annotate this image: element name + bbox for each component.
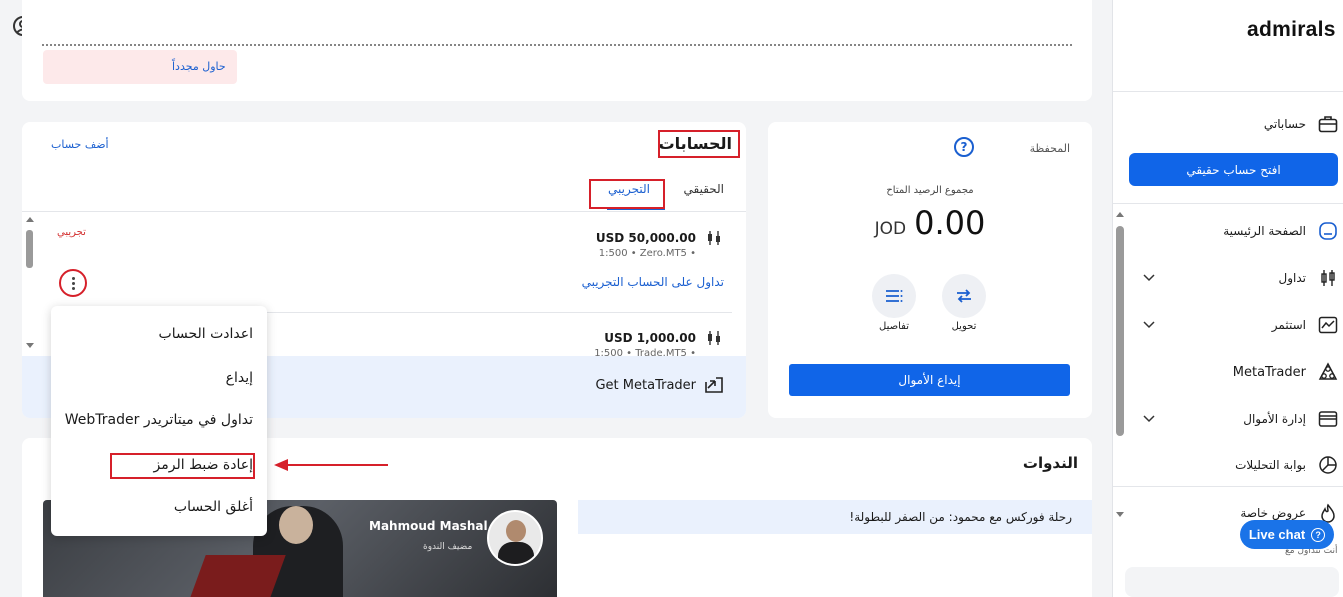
alert-text-strip: [42, 44, 1072, 48]
sidebar-item-label: بوابة التحليلات: [1235, 458, 1306, 472]
host-avatar: [487, 510, 543, 566]
candlestick-icon: [706, 330, 722, 349]
sidebar-item-label: الصفحة الرئيسية: [1223, 224, 1306, 238]
deposit-funds-button[interactable]: إيداع الأموال: [789, 364, 1070, 396]
sidebar-item-money-management[interactable]: إدارة الأموال: [1127, 404, 1338, 434]
menu-item-account-settings[interactable]: اعدادت الحساب: [159, 326, 253, 342]
annotation-reset-item: [110, 453, 255, 479]
open-real-account-button[interactable]: افتح حساب حقيقي: [1129, 153, 1338, 186]
chevron-down-icon: [1143, 271, 1155, 285]
sidebar-item-label: إدارة الأموال: [1243, 412, 1306, 426]
retry-link[interactable]: حاول مجدداً: [172, 60, 226, 73]
sidebar-item-home[interactable]: الصفحة الرئيسية: [1127, 216, 1338, 246]
deposit-funds-label: إيداع الأموال: [898, 373, 961, 387]
sidebar-item-metatrader[interactable]: MetaTrader: [1127, 357, 1338, 387]
sidebar: admirals حساباتي افتح حساب حقيقي الصفحة …: [1112, 0, 1343, 597]
help-icon[interactable]: ?: [954, 137, 974, 157]
details-label: تفاصيل: [879, 321, 909, 332]
tab-real[interactable]: الحقيقي: [684, 182, 725, 196]
sidebar-divider: [1113, 91, 1343, 92]
get-metatrader-button[interactable]: Get MetaTrader: [595, 376, 724, 394]
webinar-hero-face: [279, 506, 313, 544]
sidebar-item-trade[interactable]: تداول: [1127, 263, 1338, 293]
metatrader-icon: [1318, 362, 1338, 382]
transfer-label: تحويل: [951, 321, 977, 332]
host-name: Mahmoud Mashal: [369, 519, 488, 533]
more-options-icon[interactable]: [59, 269, 87, 297]
wallet-card: المحفظة ? مجموع الرصيد المتاح JOD 0.00 ت…: [768, 122, 1092, 418]
demo-badge: تجريبي: [57, 227, 86, 238]
sidebar-item-analytics[interactable]: بوابة التحليلات: [1127, 450, 1338, 480]
balance-display: JOD 0.00: [768, 204, 1092, 242]
accounts-scrollbar[interactable]: [26, 230, 33, 268]
account-context-menu: اعدادت الحساب إيداع تداول في ميتاتريدر W…: [51, 306, 267, 536]
chevron-down-icon: [1143, 412, 1155, 426]
sidebar-item-label: عروض خاصة: [1240, 506, 1306, 520]
sidebar-scroll-up[interactable]: [1116, 212, 1124, 217]
sidebar-divider: [1113, 486, 1343, 487]
live-chat-label: Live chat: [1248, 527, 1306, 542]
chevron-down-icon: [1143, 318, 1155, 332]
sidebar-item-label: استثمر: [1271, 318, 1306, 332]
sidebar-scroll-down[interactable]: [1116, 512, 1124, 517]
annotation-accounts-title: [658, 130, 740, 158]
annotation-demo-tab: [589, 179, 665, 209]
alert-box: حاول مجدداً: [43, 50, 237, 84]
open-real-account-label: افتح حساب حقيقي: [1186, 162, 1281, 177]
sidebar-my-accounts[interactable]: حساباتي: [1127, 109, 1338, 139]
transfer-button[interactable]: [942, 274, 986, 318]
help-circle-icon: ?: [1311, 527, 1326, 542]
scroll-down-arrow[interactable]: [26, 343, 34, 348]
balance-currency: JOD: [874, 219, 907, 239]
sidebar-item-invest[interactable]: استثمر: [1127, 310, 1338, 340]
admirals-logo[interactable]: admirals: [1247, 18, 1336, 42]
chart-icon: [1318, 315, 1338, 335]
webinar-title-bar[interactable]: رحلة فوركس مع محمود: من الصفر للبطولة!: [578, 500, 1092, 534]
details-button[interactable]: [872, 274, 916, 318]
live-chat-button[interactable]: Live chat ?: [1240, 520, 1334, 549]
list-icon: [886, 290, 903, 302]
scroll-up-arrow[interactable]: [26, 217, 34, 222]
annotation-arrow: [274, 459, 388, 471]
host-role: مضيف الندوة: [423, 542, 473, 552]
menu-item-close-account[interactable]: أغلق الحساب: [174, 499, 253, 515]
menu-item-webtrader[interactable]: تداول في ميتاتريدر WebTrader: [65, 412, 253, 428]
alert-card: حاول مجدداً: [22, 0, 1092, 101]
candlestick-icon: [706, 230, 722, 249]
webinar-hero-cape: [180, 555, 286, 597]
wallet-icon: [1318, 409, 1338, 429]
webinars-title: الندوات: [1022, 454, 1078, 472]
get-metatrader-label: Get MetaTrader: [595, 377, 696, 393]
account-meta: 1:500 • Zero.MT5 •: [598, 248, 696, 259]
sidebar-bottom-pill: [1125, 567, 1339, 597]
sidebar-my-accounts-label: حساباتي: [1263, 117, 1306, 131]
balance-value: 0.00: [914, 204, 986, 242]
sidebar-divider: [1113, 203, 1343, 204]
sidebar-scrollbar[interactable]: [1116, 226, 1124, 436]
trade-demo-link[interactable]: تداول على الحساب التجريبي: [582, 275, 724, 289]
sidebar-item-label: MetaTrader: [1232, 364, 1306, 380]
sidebar-item-label: تداول: [1278, 271, 1307, 285]
transfer-icon: [957, 289, 971, 303]
menu-item-deposit[interactable]: إيداع: [226, 370, 253, 386]
webinar-title: رحلة فوركس مع محمود: من الصفر للبطولة!: [849, 510, 1072, 524]
account-balance: USD 50,000.00: [595, 231, 696, 245]
analytics-icon: [1318, 455, 1338, 475]
account-balance: USD 1,000.00: [604, 331, 696, 345]
add-account-link[interactable]: أضف حساب: [51, 138, 109, 151]
download-icon: [705, 377, 723, 393]
balance-label: مجموع الرصيد المتاح: [886, 185, 974, 196]
home-icon: [1318, 221, 1338, 241]
candlestick-icon: [1318, 268, 1338, 288]
wallet-title: المحفظة: [1029, 142, 1070, 155]
briefcase-icon: [1318, 114, 1338, 134]
tabs-divider: [22, 211, 746, 212]
